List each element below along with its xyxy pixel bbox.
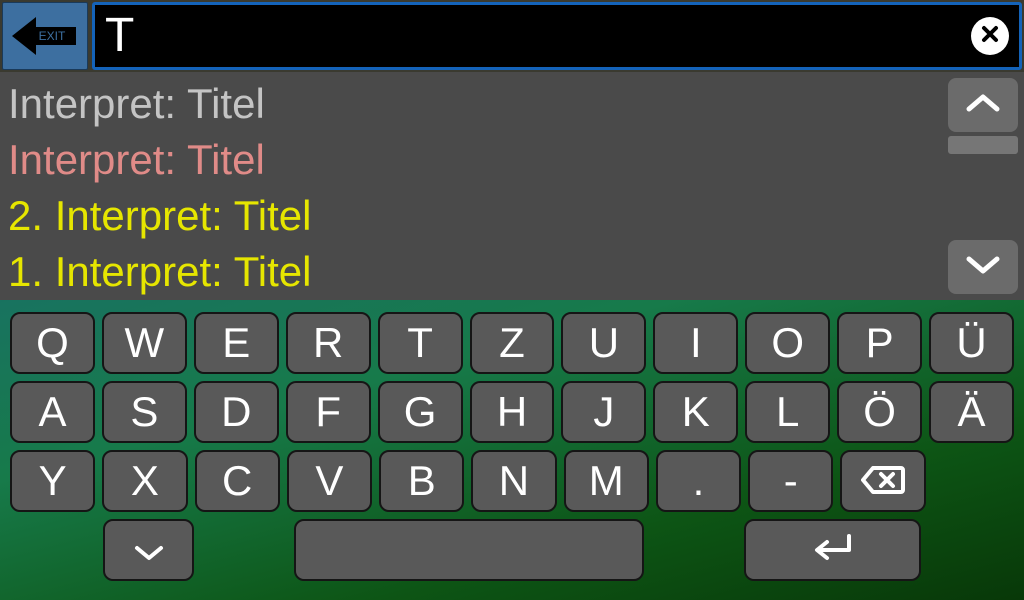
key-ä[interactable]: Ä [929,381,1014,443]
results-panel: Interpret: TitelInterpret: Titel2. Inter… [0,72,1024,300]
key-t[interactable]: T [378,312,463,374]
key-c[interactable]: C [195,450,280,512]
scrollbar-track[interactable] [948,136,1018,236]
key-x[interactable]: X [102,450,187,512]
chevron-down-icon [133,526,165,574]
key-j[interactable]: J [561,381,646,443]
close-icon [980,24,1000,49]
result-item[interactable]: 2. Interpret: Titel [8,188,946,244]
key-b[interactable]: B [379,450,464,512]
key-z[interactable]: Z [470,312,555,374]
key-ö[interactable]: Ö [837,381,922,443]
chevron-up-icon [965,91,1001,120]
key-m[interactable]: M [564,450,649,512]
exit-button[interactable]: EXIT [2,2,88,70]
key-enter[interactable] [744,519,921,581]
chevron-down-icon [965,253,1001,282]
key-g[interactable]: G [378,381,463,443]
enter-icon [807,526,857,574]
key-k[interactable]: K [653,381,738,443]
clear-search-button[interactable] [971,17,1009,55]
key-a[interactable]: A [10,381,95,443]
key-backspace[interactable] [840,450,925,512]
key-r[interactable]: R [286,312,371,374]
key-w[interactable]: W [102,312,187,374]
on-screen-keyboard: QWERTZUIOPÜ ASDFGHJKLÖÄ YXCVBNM.- [0,300,1024,600]
result-item[interactable]: Interpret: Titel [8,132,946,188]
backspace-icon [861,457,905,505]
key-q[interactable]: Q [10,312,95,374]
key-v[interactable]: V [287,450,372,512]
key-dash[interactable]: - [748,450,833,512]
key-f[interactable]: F [286,381,371,443]
key-layout-switch[interactable] [103,519,193,581]
key-period[interactable]: . [656,450,741,512]
key-n[interactable]: N [471,450,556,512]
search-field[interactable]: T [92,2,1022,70]
result-item[interactable]: Interpret: Titel [8,76,946,132]
key-e[interactable]: E [194,312,279,374]
key-s[interactable]: S [102,381,187,443]
search-value: T [105,12,961,60]
key-u[interactable]: U [561,312,646,374]
exit-label: EXIT [39,29,66,43]
key-o[interactable]: O [745,312,830,374]
key-d[interactable]: D [194,381,279,443]
key-h[interactable]: H [470,381,555,443]
scroll-up-button[interactable] [948,78,1018,132]
key-space[interactable] [294,519,643,581]
scroll-down-button[interactable] [948,240,1018,294]
scrollbar-thumb[interactable] [948,136,1018,154]
key-ü[interactable]: Ü [929,312,1014,374]
key-p[interactable]: P [837,312,922,374]
key-y[interactable]: Y [10,450,95,512]
result-item[interactable]: 1. Interpret: Titel [8,244,946,300]
key-i[interactable]: I [653,312,738,374]
key-l[interactable]: L [745,381,830,443]
